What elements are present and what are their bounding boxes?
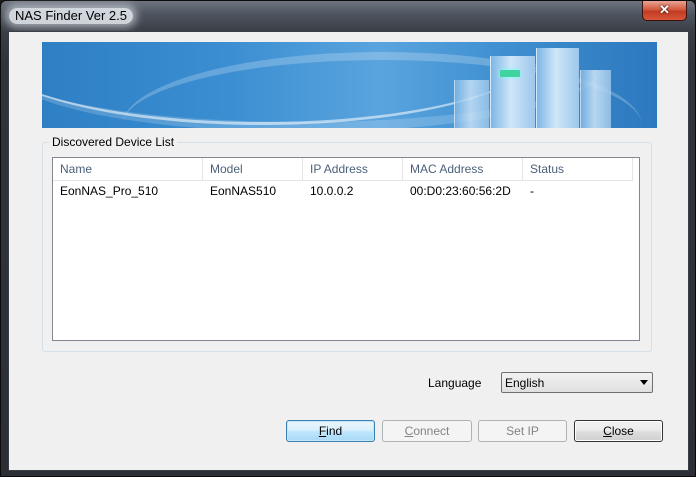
device-model-cell: EonNAS510 — [210, 184, 277, 198]
window-close-button[interactable]: ✕ — [642, 1, 687, 21]
language-label: Language — [428, 376, 482, 390]
dropdown-arrow-icon[interactable] — [640, 380, 648, 385]
device-row[interactable]: EonNAS_Pro_510 EonNAS510 10.0.0.2 00:D0:… — [53, 181, 633, 201]
find-button[interactable]: Find — [286, 420, 375, 442]
column-header-mac-address[interactable]: MAC Address — [403, 158, 523, 180]
window-title: NAS Finder Ver 2.5 — [9, 8, 133, 24]
close-button[interactable]: Close — [574, 420, 663, 442]
column-header-status[interactable]: Status — [523, 158, 633, 180]
find-label-rest: ind — [326, 424, 343, 438]
discovered-device-group: Discovered Device List Name Model IP Add… — [42, 135, 652, 352]
group-label: Discovered Device List — [49, 135, 178, 149]
title-bar[interactable]: NAS Finder Ver 2.5 ✕ — [1, 1, 695, 31]
connect-mnemonic: C — [404, 424, 414, 438]
set-ip-button[interactable]: Set IP — [478, 420, 567, 442]
device-name-cell: EonNAS_Pro_510 — [60, 184, 159, 198]
header-banner-image — [42, 42, 657, 128]
dialog-client-area: Discovered Device List Name Model IP Add… — [8, 31, 689, 471]
device-ip-cell: 10.0.0.2 — [310, 184, 354, 198]
device-list-header: Name Model IP Address MAC Address Status — [53, 158, 633, 181]
connect-label-rest: onnect — [413, 424, 450, 438]
close-label-rest: lose — [611, 424, 634, 438]
connect-button[interactable]: Connect — [382, 420, 472, 442]
device-list[interactable]: Name Model IP Address MAC Address Status… — [52, 157, 640, 341]
column-header-model[interactable]: Model — [203, 158, 303, 180]
language-select[interactable]: English — [501, 372, 653, 393]
nas-finder-window: NAS Finder Ver 2.5 ✕ Discovered Device L… — [0, 0, 696, 477]
close-mnemonic: C — [603, 424, 612, 438]
column-header-name[interactable]: Name — [53, 158, 203, 180]
column-header-ip-address[interactable]: IP Address — [303, 158, 403, 180]
device-status-cell: - — [530, 184, 534, 198]
device-mac-cell: 00:D0:23:60:56:2D — [410, 184, 511, 198]
language-selected-value: English — [505, 376, 545, 390]
